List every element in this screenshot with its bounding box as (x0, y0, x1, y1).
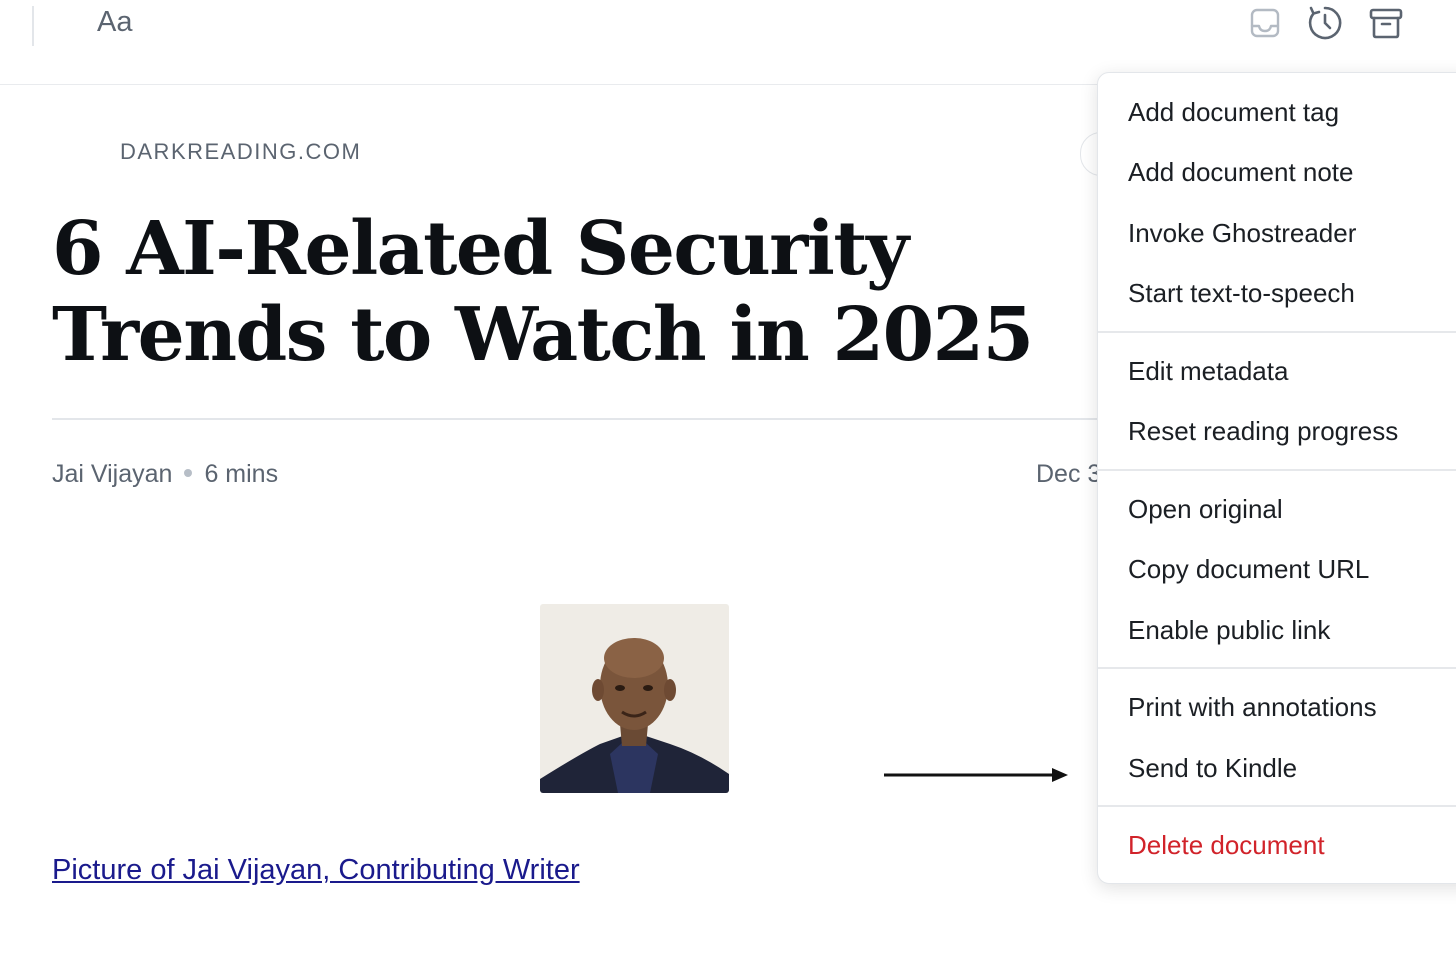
archive-icon[interactable] (1367, 4, 1405, 42)
article-domain: DARKREADING.COM (120, 139, 362, 164)
menu-item-edit-metadata[interactable]: Edit metadata (1128, 356, 1288, 387)
arrow-pointer-icon (884, 768, 1068, 782)
article-meta: Jai Vijayan 6 mins (52, 460, 278, 489)
author-photo (540, 604, 729, 793)
later-clock-icon[interactable] (1306, 4, 1344, 42)
author-name: Jai Vijayan (52, 460, 173, 488)
published-date: Dec 3 (1036, 460, 1102, 488)
menu-separator (1098, 331, 1456, 333)
read-time: 6 mins (204, 460, 279, 488)
menu-separator (1098, 667, 1456, 669)
menu-item-print-with-annotations[interactable]: Print with annotations (1128, 692, 1377, 723)
menu-item-send-to-kindle[interactable]: Send to Kindle (1128, 753, 1297, 784)
menu-item-reset-reading-progress[interactable]: Reset reading progress (1128, 416, 1398, 447)
menu-item-invoke-ghostreader[interactable]: Invoke Ghostreader (1128, 218, 1356, 249)
toolbar-divider (32, 6, 34, 46)
menu-separator (1098, 469, 1456, 471)
article-title: 6 AI-Related Security Trends to Watch in… (52, 206, 1052, 378)
document-actions-menu: Add document tag Add document note Invok… (1097, 72, 1456, 884)
menu-item-start-text-to-speech[interactable]: Start text-to-speech (1128, 278, 1355, 309)
article-title-line-1: 6 AI-Related Security (52, 206, 909, 292)
menu-item-add-document-note[interactable]: Add document note (1128, 157, 1354, 188)
menu-item-delete-document[interactable]: Delete document (1128, 830, 1325, 861)
title-divider (52, 418, 1112, 420)
author-photo-caption-link[interactable]: Picture of Jai Vijayan, Contributing Wri… (52, 854, 580, 887)
article-title-line-2: Trends to Watch in 2025 (52, 292, 1034, 378)
menu-item-enable-public-link[interactable]: Enable public link (1128, 615, 1330, 646)
meta-separator-dot (184, 469, 193, 478)
menu-separator (1098, 805, 1456, 807)
menu-item-copy-document-url[interactable]: Copy document URL (1128, 554, 1369, 585)
inbox-icon[interactable] (1246, 4, 1284, 42)
font-settings-button[interactable]: Aa (97, 6, 132, 39)
menu-item-open-original[interactable]: Open original (1128, 494, 1283, 525)
menu-item-add-document-tag[interactable]: Add document tag (1128, 97, 1339, 128)
